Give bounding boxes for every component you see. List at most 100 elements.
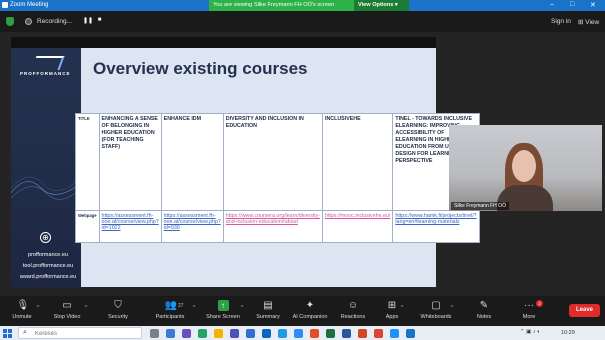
participants-label: Participants [155, 314, 185, 320]
app-icon[interactable] [182, 329, 191, 338]
courses-table: TITLE ENHANCING A SENSE OF BELONGING IN … [75, 113, 480, 243]
app-icon[interactable] [310, 329, 319, 338]
powerpoint-icon[interactable] [358, 329, 367, 338]
audio-options-caret-icon[interactable]: ^ [37, 305, 39, 311]
video-options-caret-icon[interactable]: ^ [85, 305, 87, 311]
participants-button[interactable]: 👥 Participants [148, 300, 192, 320]
viewing-screen-text: You are viewing Silke Freymann FH OÖ's s… [213, 2, 335, 8]
video-camera-icon: ▭ [62, 300, 72, 311]
course-url: https://assessment.fh-ooe.at/course/view… [98, 210, 162, 243]
reactions-button[interactable]: ☺ Reactions [331, 300, 375, 320]
summary-document-icon: ▤ [263, 300, 273, 311]
stop-video-button[interactable]: ▭ Stop Video [45, 300, 89, 320]
share-screen-label: Share Screen [206, 314, 240, 320]
security-shield-icon[interactable] [6, 17, 14, 26]
profformance-logo: PROFFORMANCE [20, 56, 75, 80]
notes-label: Notes [476, 314, 492, 320]
app-icon[interactable] [390, 329, 399, 338]
shared-slide: PROFFORMANCE ⊕ profformance.eu tool.prof… [11, 37, 480, 287]
course-title: DIVERSITY AND INCLUSION IN EDUCATION [222, 113, 324, 211]
video-person-face [512, 150, 536, 182]
slide-title: Overview existing courses [93, 59, 308, 78]
app-icon[interactable] [198, 329, 207, 338]
task-view-icon[interactable] [150, 329, 159, 338]
course-url: https://mooc.inclusivehe.eu/ [321, 210, 394, 243]
system-tray-icons[interactable]: ⌃ ▣ ♪ ◐ [520, 329, 540, 335]
recording-label: Recording... [37, 18, 73, 25]
security-shield-icon: ⛉ [114, 300, 122, 311]
view-button[interactable]: ⊞ View [578, 18, 599, 26]
outlook-icon[interactable] [262, 329, 271, 338]
reactions-label: Reactions [340, 314, 366, 320]
security-label: Security [108, 314, 128, 320]
leave-button[interactable]: Leave [569, 304, 600, 317]
windows-start-icon[interactable] [3, 329, 12, 338]
app-icon[interactable] [246, 329, 255, 338]
more-ellipsis-icon: ··· [524, 300, 534, 311]
maximize-button[interactable]: □ [570, 1, 574, 8]
recording-indicator: Recording... [23, 16, 81, 27]
website-links: profformance.eu tool.profformance.eu awa… [15, 250, 81, 283]
apps-label: Apps [385, 314, 399, 320]
zoom-meeting-taskbar-icon[interactable] [406, 329, 415, 338]
course-title: INCLUSIVEHE [321, 113, 394, 211]
word-icon[interactable] [342, 329, 351, 338]
minimize-button[interactable]: – [550, 1, 554, 8]
screen-share-banner: You are viewing Silke Freymann FH OÖ's s… [209, 0, 409, 11]
share-screen-button[interactable]: ↑ Share Screen [201, 300, 245, 320]
logo-text: PROFFORMANCE [20, 71, 71, 76]
row-label-webpage: Webpage [75, 210, 100, 243]
course-title: ENHANCING A SENSE OF BELONGING IN HIGHER… [98, 113, 162, 211]
notes-icon: ✎ [479, 300, 489, 311]
logo-wing-icon [31, 56, 65, 70]
notes-button[interactable]: ✎ Notes [462, 300, 506, 320]
ai-companion-label: AI Companion [292, 314, 328, 320]
course-url: https://assessment.fh-ooe.at/course/view… [160, 210, 224, 243]
taskbar-search-input[interactable] [35, 329, 135, 338]
view-options-button[interactable]: View Options ▾ [354, 0, 409, 11]
teams-icon[interactable] [230, 329, 239, 338]
globe-icon: ⊕ [40, 232, 51, 243]
microphone-muted-icon: 🎙 [16, 300, 30, 311]
excel-icon[interactable] [326, 329, 335, 338]
apps-button[interactable]: ⊞ Apps [370, 300, 414, 320]
zoom-app-icon [2, 2, 8, 8]
app-icon[interactable] [166, 329, 175, 338]
slide-left-panel: PROFFORMANCE ⊕ profformance.eu tool.prof… [11, 48, 81, 287]
meeting-controls: 🎙 Unmute ^ ▭ Stop Video ^ ⛉ Security 👥 P… [0, 296, 605, 326]
chrome-icon[interactable] [374, 329, 383, 338]
participants-count: 27 [178, 303, 184, 309]
edge-icon[interactable] [278, 329, 287, 338]
participants-options-caret-icon[interactable]: ^ [193, 305, 195, 311]
windows-taskbar: ⌕ ⌃ ▣ ♪ ◐ 10:29 [0, 326, 605, 340]
table-row: Webpage https://assessment.fh-ooe.at/cou… [75, 210, 480, 243]
close-button[interactable]: ✕ [590, 1, 596, 9]
taskbar-clock: 10:29 [561, 330, 575, 336]
participant-video-tile[interactable]: Silke Freymann FH OÖ [449, 125, 602, 211]
whiteboard-icon: ▢ [431, 300, 441, 311]
ai-sparkle-icon: ✦ [305, 300, 315, 311]
whiteboards-options-caret-icon[interactable]: ^ [451, 305, 453, 311]
share-options-caret-icon[interactable]: ^ [241, 305, 243, 311]
more-button[interactable]: ··· More [507, 300, 551, 320]
pause-recording-button[interactable]: ❚❚ [83, 17, 93, 26]
taskbar-search[interactable]: ⌕ [18, 327, 142, 339]
search-icon: ⌕ [23, 329, 27, 336]
course-url: https://www.hamk.fi/projects/tinel/?lang… [392, 210, 480, 243]
apps-options-caret-icon[interactable]: ^ [401, 305, 403, 311]
more-notification-badge: 2 [536, 300, 543, 307]
table-row: TITLE ENHANCING A SENSE OF BELONGING IN … [75, 113, 480, 211]
participant-name-tag: Silke Freymann FH OÖ [451, 202, 509, 210]
security-button[interactable]: ⛉ Security [96, 300, 140, 320]
file-explorer-icon[interactable] [214, 329, 223, 338]
whiteboards-label: Whiteboards [420, 314, 452, 320]
course-title: ENHANCE IDM [160, 113, 224, 211]
apps-grid-icon: ⊞ [387, 300, 397, 311]
ai-companion-button[interactable]: ✦ AI Companion [288, 300, 332, 320]
zoom-icon[interactable] [294, 329, 303, 338]
window-title: Zoom Meeting [10, 2, 49, 8]
stop-recording-button[interactable]: ■ [95, 17, 104, 26]
sign-in-link[interactable]: Sign in [551, 18, 571, 25]
more-label: More [522, 314, 536, 320]
summary-button[interactable]: ▤ Summary [246, 300, 290, 320]
